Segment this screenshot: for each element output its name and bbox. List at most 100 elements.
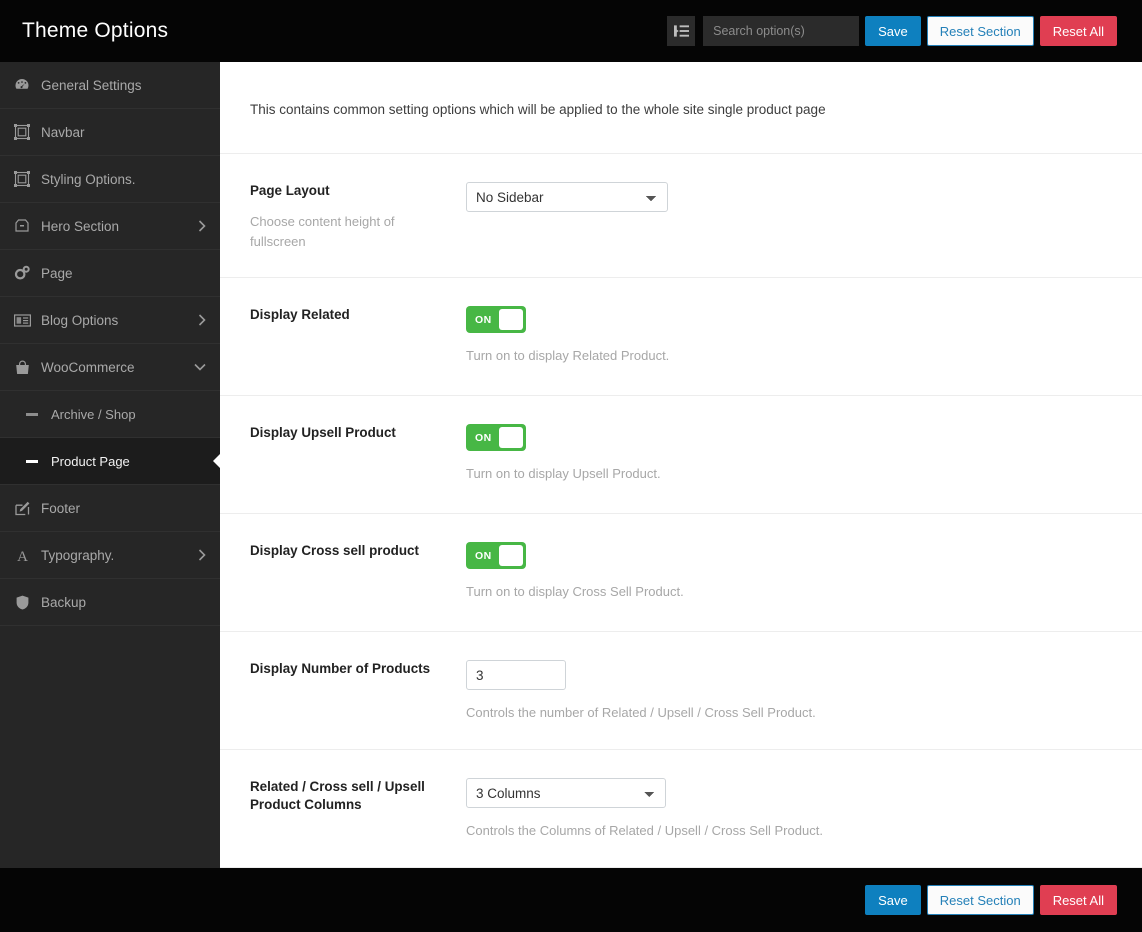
save-button-header[interactable]: Save bbox=[865, 16, 921, 46]
field-subtitle: Choose content height of fullscreen bbox=[250, 214, 395, 249]
field-label-group: Display Cross sell product bbox=[250, 542, 466, 605]
field-title: Display Upsell Product bbox=[250, 425, 396, 441]
sidebar-item-page[interactable]: Page bbox=[0, 250, 220, 297]
newspaper-icon bbox=[10, 313, 34, 327]
sidebar-item-label: Product Page bbox=[51, 453, 130, 469]
shopping-bag-icon bbox=[10, 360, 34, 375]
toggle-state-label: ON bbox=[475, 431, 492, 444]
field-row: Display Number of Products Controls the … bbox=[220, 632, 1142, 751]
sidebar-item-label: Navbar bbox=[41, 124, 85, 140]
field-title: Display Related bbox=[250, 307, 350, 323]
sidebar-item-woocommerce[interactable]: WooCommerce bbox=[0, 344, 220, 391]
field-row: Display Upsell Product ON Turn on to dis… bbox=[220, 396, 1142, 515]
dash-icon bbox=[20, 412, 44, 416]
search-input[interactable] bbox=[703, 16, 860, 46]
sidebar-item-navbar[interactable]: Navbar bbox=[0, 109, 220, 156]
field-control-group: ON Turn on to display Upsell Product. bbox=[466, 424, 1112, 487]
sidebar-item-label: Styling Options. bbox=[41, 171, 136, 187]
field-title: Page Layout bbox=[250, 183, 330, 198]
toggle-state-label: ON bbox=[475, 313, 492, 326]
sidebar-item-product-page[interactable]: Product Page bbox=[0, 438, 220, 485]
save-button-footer[interactable]: Save bbox=[865, 885, 921, 915]
toggle-knob bbox=[499, 309, 523, 331]
sidebar-item-general-settings[interactable]: General Settings bbox=[0, 62, 220, 109]
reset-all-button-footer[interactable]: Reset All bbox=[1039, 885, 1117, 915]
sidebar-item-footer[interactable]: Footer bbox=[0, 485, 220, 532]
field-row: Page Layout Choose content height of ful… bbox=[220, 154, 1142, 279]
field-control-group: ON Turn on to display Related Product. bbox=[466, 306, 1112, 369]
field-description: Controls the Columns of Related / Upsell… bbox=[466, 823, 823, 839]
reset-all-button-header[interactable]: Reset All bbox=[1039, 16, 1117, 46]
theme-options-app: Theme Options Save Reset Section Reset A… bbox=[0, 0, 1142, 932]
reset-section-button-footer[interactable]: Reset Section bbox=[926, 885, 1034, 915]
footer-toolbar: Save Reset Section Reset All bbox=[859, 885, 1117, 915]
display-related-toggle[interactable]: ON bbox=[466, 306, 526, 334]
image-frame-icon bbox=[10, 124, 34, 140]
field-label-group: Display Upsell Product bbox=[250, 424, 466, 487]
sidebar-item-backup[interactable]: Backup bbox=[0, 579, 220, 626]
field-control-group: Controls the number of Related / Upsell … bbox=[466, 660, 1112, 723]
field-title: Related / Cross sell / Upsell Product Co… bbox=[250, 779, 425, 813]
field-control-group: No Sidebar Left Sidebar Right Sidebar bbox=[466, 182, 1112, 251]
header-toolbar: Save Reset Section Reset All bbox=[667, 15, 1117, 47]
display-cross-sell-product-toggle[interactable]: ON bbox=[466, 542, 526, 570]
field-description: Turn on to display Upsell Product. bbox=[466, 466, 661, 482]
sidebar-item-hero-section[interactable]: Hero Section bbox=[0, 203, 220, 250]
dash-icon bbox=[20, 459, 44, 463]
page-title: Theme Options bbox=[22, 19, 169, 42]
font-a-icon: A bbox=[10, 548, 34, 563]
top-header-bar: Theme Options Save Reset Section Reset A… bbox=[0, 0, 1142, 62]
field-row: Display Related ON Turn on to display Re… bbox=[220, 278, 1142, 397]
sidebar-item-label: Typography. bbox=[41, 547, 115, 563]
section-description: This contains common setting options whi… bbox=[220, 62, 1142, 154]
indent-list-icon[interactable] bbox=[667, 16, 696, 46]
chevron-right-icon bbox=[198, 314, 206, 326]
field-row: Display Cross sell product ON Turn on to… bbox=[220, 514, 1142, 633]
options-panel: This contains common setting options whi… bbox=[220, 62, 1142, 868]
chevron-right-icon bbox=[198, 549, 206, 561]
reset-section-button-header[interactable]: Reset Section bbox=[926, 16, 1034, 46]
dashboard-icon bbox=[10, 77, 34, 93]
product-columns-select[interactable]: 1 Columns 2 Columns 3 Columns 4 Columns bbox=[466, 778, 666, 809]
sidebar-item-label: Archive / Shop bbox=[51, 406, 136, 422]
field-description: Turn on to display Related Product. bbox=[466, 348, 670, 364]
sidebar-item-label: Hero Section bbox=[41, 218, 120, 234]
sidebar-item-label: General Settings bbox=[41, 77, 142, 93]
toggle-knob bbox=[499, 545, 523, 567]
drawer-icon bbox=[10, 219, 34, 233]
field-title: Display Cross sell product bbox=[250, 543, 419, 559]
active-pointer-icon bbox=[213, 454, 220, 468]
sidebar-item-typography[interactable]: A Typography. bbox=[0, 532, 220, 579]
svg-text:A: A bbox=[17, 549, 28, 563]
shield-icon bbox=[10, 595, 34, 610]
image-frame-icon bbox=[10, 171, 34, 187]
pencil-square-icon bbox=[10, 501, 34, 516]
display-number-of-products-input[interactable] bbox=[466, 660, 566, 691]
sidebar-item-label: Blog Options bbox=[41, 312, 119, 328]
field-description: Controls the number of Related / Upsell … bbox=[466, 705, 816, 721]
field-label-group: Related / Cross sell / Upsell Product Co… bbox=[250, 778, 466, 841]
toggle-knob bbox=[499, 427, 523, 449]
field-label-group: Page Layout Choose content height of ful… bbox=[250, 182, 466, 251]
field-control-group: 1 Columns 2 Columns 3 Columns 4 Columns … bbox=[466, 778, 1112, 841]
toggle-state-label: ON bbox=[475, 549, 492, 562]
field-label-group: Display Number of Products bbox=[250, 660, 466, 723]
sidebar-item-label: Backup bbox=[41, 594, 87, 610]
field-label-group: Display Related bbox=[250, 306, 466, 369]
sidebar-item-label: WooCommerce bbox=[41, 359, 135, 375]
field-title: Display Number of Products bbox=[250, 661, 431, 677]
sidebar-nav: General Settings Navbar Styling Options.… bbox=[0, 62, 220, 868]
sidebar-item-label: Footer bbox=[41, 500, 81, 516]
chevron-right-icon bbox=[198, 220, 206, 232]
bottom-footer-bar: Save Reset Section Reset All bbox=[0, 868, 1142, 932]
sidebar-item-styling-options[interactable]: Styling Options. bbox=[0, 156, 220, 203]
sidebar-item-label: Page bbox=[41, 265, 73, 281]
sidebar-item-blog-options[interactable]: Blog Options bbox=[0, 297, 220, 344]
field-description: Turn on to display Cross Sell Product. bbox=[466, 584, 684, 600]
chevron-down-icon bbox=[194, 363, 206, 371]
page-layout-select[interactable]: No Sidebar Left Sidebar Right Sidebar bbox=[466, 182, 668, 212]
field-control-group: ON Turn on to display Cross Sell Product… bbox=[466, 542, 1112, 605]
field-row: Related / Cross sell / Upsell Product Co… bbox=[220, 750, 1142, 868]
display-upsell-product-toggle[interactable]: ON bbox=[466, 424, 526, 452]
sidebar-item-archive-shop[interactable]: Archive / Shop bbox=[0, 391, 220, 438]
